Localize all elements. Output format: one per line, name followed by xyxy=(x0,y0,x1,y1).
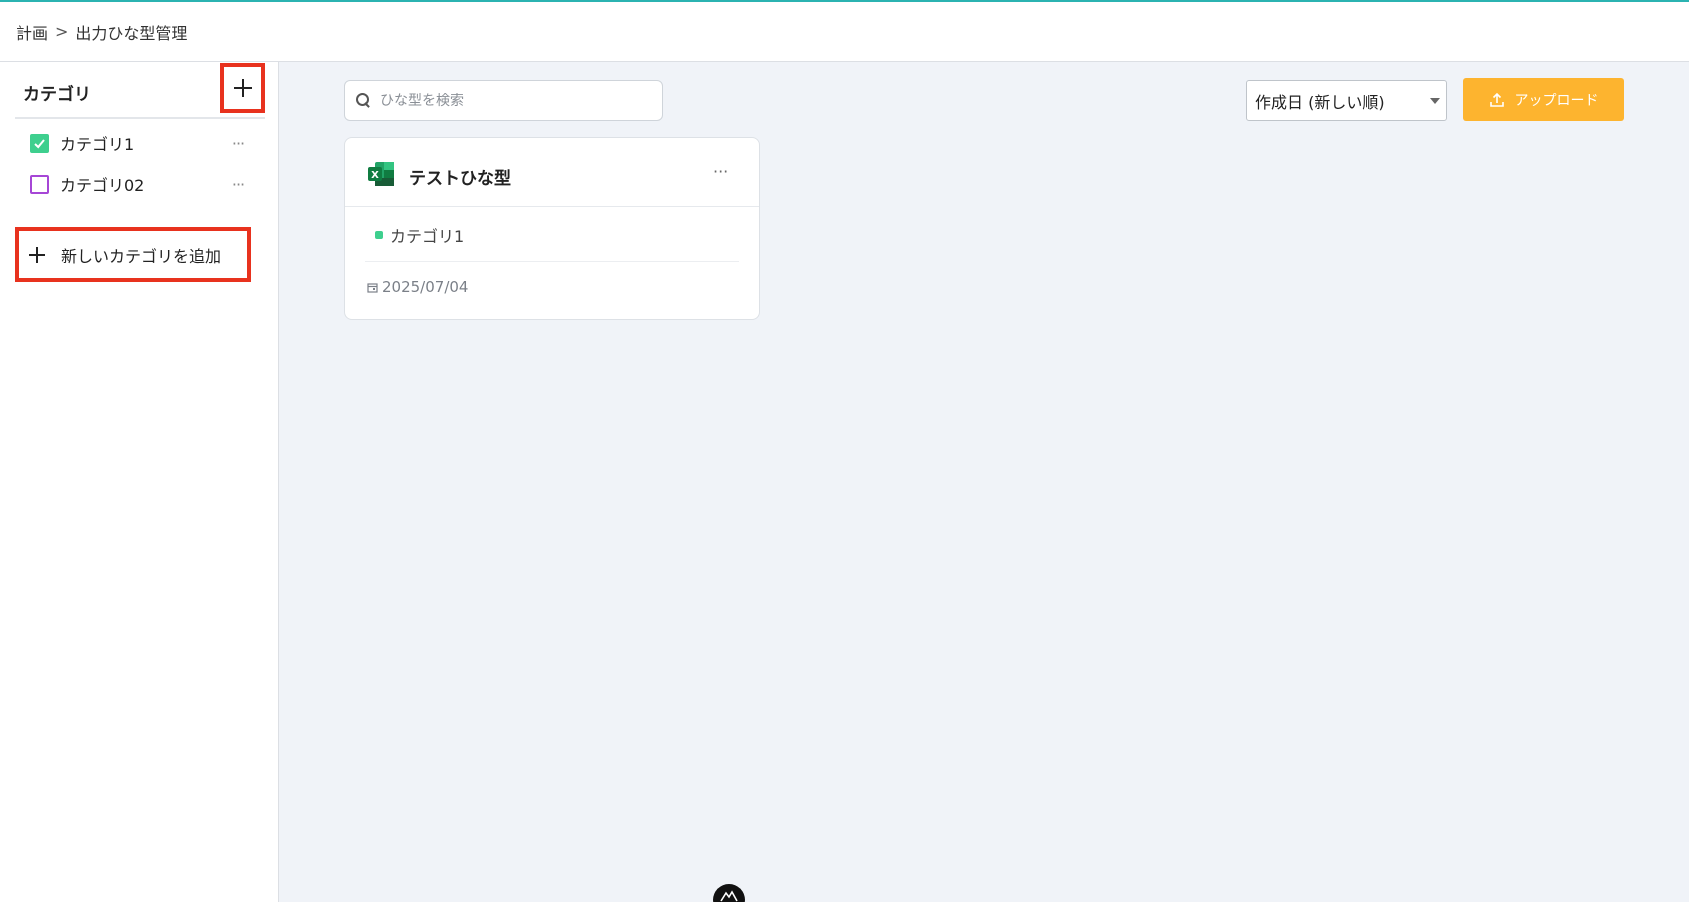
category-checkbox[interactable] xyxy=(30,133,49,153)
template-date-row: 2025/07/04 xyxy=(367,278,468,296)
category-item[interactable]: カテゴリ1 ··· xyxy=(30,128,250,158)
category-item[interactable]: カテゴリ02 ··· xyxy=(30,169,250,199)
upload-icon xyxy=(1489,92,1504,107)
category-checkbox[interactable] xyxy=(30,174,49,194)
template-search[interactable] xyxy=(344,80,663,121)
upload-button[interactable]: アップロード xyxy=(1463,78,1624,121)
sort-select[interactable]: 作成日 (新しい順) xyxy=(1246,80,1447,121)
category-sidebar: カテゴリ カテゴリ1 ··· カテゴリ02 ··· 新しいカテゴリを追加 xyxy=(0,62,279,902)
template-main-area: 作成日 (新しい順) アップロード X テストひな型 ··· カテゴリ1 xyxy=(279,62,1689,902)
excel-icon: X xyxy=(368,162,394,186)
breadcrumb-parent[interactable]: 計画 xyxy=(16,20,48,44)
check-icon xyxy=(34,138,45,148)
ellipsis-icon[interactable]: ··· xyxy=(226,175,250,194)
category-label: カテゴリ02 xyxy=(60,176,145,195)
ellipsis-icon[interactable]: ··· xyxy=(226,134,250,153)
ellipsis-icon[interactable]: ··· xyxy=(713,162,728,181)
plus-icon xyxy=(29,246,45,263)
category-label: カテゴリ1 xyxy=(60,135,135,154)
template-title: テストひな型 xyxy=(409,169,511,189)
add-category-button[interactable] xyxy=(220,63,265,113)
template-card[interactable]: X テストひな型 ··· カテゴリ1 2025/07/04 xyxy=(344,137,760,320)
upload-label: アップロード xyxy=(1514,92,1599,109)
category-header: カテゴリ xyxy=(15,62,265,119)
breadcrumb-separator: > xyxy=(55,22,69,41)
chevron-down-icon xyxy=(1430,97,1440,104)
breadcrumb-current: 出力ひな型管理 xyxy=(75,23,188,43)
sort-selected-value: 作成日 (新しい順) xyxy=(1255,92,1385,112)
search-input[interactable] xyxy=(380,92,650,109)
add-new-category-button[interactable]: 新しいカテゴリを追加 xyxy=(15,227,251,282)
breadcrumb: 計画 > 出力ひな型管理 xyxy=(0,2,1689,62)
calendar-icon xyxy=(367,282,378,293)
plus-icon xyxy=(233,79,252,97)
template-category-label: カテゴリ1 xyxy=(390,226,465,246)
search-icon xyxy=(356,93,371,108)
category-color-dot xyxy=(375,230,383,239)
template-card-header: X テストひな型 ··· xyxy=(345,138,759,207)
template-category-row: カテゴリ1 xyxy=(365,208,739,262)
mountain-icon xyxy=(720,890,738,902)
template-date: 2025/07/04 xyxy=(382,278,469,296)
svg-text:X: X xyxy=(371,170,379,181)
category-title: カテゴリ xyxy=(23,85,91,105)
add-new-category-label: 新しいカテゴリを追加 xyxy=(61,246,222,266)
